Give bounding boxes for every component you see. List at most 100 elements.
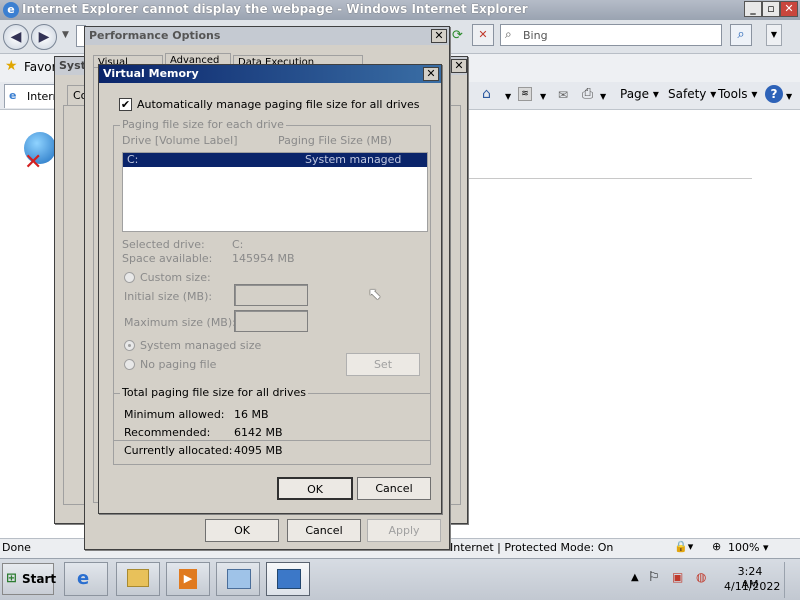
tab-page-icon: e xyxy=(9,89,17,102)
protected-mode-icon[interactable]: 🔒▾ xyxy=(674,540,693,553)
search-options-button[interactable]: ▼ xyxy=(766,24,782,46)
no-paging-label: No paging file xyxy=(140,358,217,371)
stop-button[interactable]: ✕ xyxy=(472,24,494,46)
clock-date[interactable]: 4/11/2022 xyxy=(724,580,780,593)
virtual-memory-title: Virtual Memory xyxy=(103,67,199,80)
drive-letter-cell: C: xyxy=(127,153,139,166)
ie-logo-icon: e xyxy=(3,2,19,18)
currently-allocated-value: 4095 MB xyxy=(234,444,283,457)
safety-menu-label: Safety xyxy=(668,87,707,101)
start-label: Start xyxy=(22,572,57,586)
mail-icon[interactable]: ✉ xyxy=(558,88,568,102)
taskbar-ie-button[interactable]: e xyxy=(64,562,108,596)
close-button[interactable]: ✕ xyxy=(780,1,798,17)
recommended-value: 6142 MB xyxy=(234,426,283,439)
print-icon[interactable]: ⎙ xyxy=(582,86,593,102)
custom-size-label: Custom size: xyxy=(140,271,211,284)
virtual-memory-dialog: Virtual Memory ✕ ✔ Automatically manage … xyxy=(98,64,442,514)
maximize-button[interactable]: ▫ xyxy=(762,1,780,17)
print-dropdown-icon[interactable]: ▼ xyxy=(600,92,606,101)
set-button[interactable]: Set xyxy=(346,353,420,376)
tools-menu-label: Tools xyxy=(718,87,748,101)
drive-size-cell: System managed xyxy=(305,153,402,166)
performance-options-title-bar: Performance Options xyxy=(85,27,449,45)
computer-icon xyxy=(277,569,301,589)
auto-manage-checkbox[interactable]: ✔ xyxy=(119,98,132,111)
start-button[interactable]: ⊞ Start xyxy=(2,563,57,595)
refresh-icon[interactable]: ⟳ xyxy=(452,28,463,43)
server-manager-icon xyxy=(227,569,251,589)
home-dropdown-icon[interactable]: ▼ xyxy=(505,92,511,101)
initial-size-input[interactable] xyxy=(234,284,308,306)
minimize-button[interactable]: _ xyxy=(744,1,762,17)
drive-list[interactable]: C: System managed xyxy=(122,152,428,232)
total-paging-group: Total paging file size for all drives Mi… xyxy=(113,386,431,465)
mouse-cursor-icon: ⬉ xyxy=(368,284,382,303)
initial-size-label: Initial size (MB): xyxy=(124,290,213,303)
no-paging-radio[interactable] xyxy=(124,359,135,370)
system-properties-close-button[interactable]: ✕ xyxy=(451,59,467,73)
internet-explorer-icon: e xyxy=(77,568,90,589)
maximum-size-label: Maximum size (MB): xyxy=(124,316,236,329)
size-column-header: Paging File Size (MB) xyxy=(278,134,392,147)
zoom-level-value: 100% xyxy=(728,541,760,554)
search-placeholder: Bing xyxy=(523,29,548,42)
virtual-memory-close-button[interactable]: ✕ xyxy=(423,67,439,81)
zoom-icon[interactable]: ⊕ xyxy=(712,540,721,553)
volume-muted-icon[interactable]: ◍ xyxy=(696,570,706,584)
taskbar-explorer-button[interactable] xyxy=(116,562,160,596)
performance-cancel-button[interactable]: Cancel xyxy=(287,519,361,542)
browser-tab[interactable]: e Intern xyxy=(4,84,60,108)
tools-menu[interactable]: Tools ▾ xyxy=(718,87,757,101)
total-paging-group-label: Total paging file size for all drives xyxy=(120,386,309,399)
custom-size-radio[interactable] xyxy=(124,272,135,283)
favorites-star-icon[interactable]: ★ xyxy=(5,58,18,74)
content-divider xyxy=(440,178,752,179)
feeds-dropdown-icon[interactable]: ▼ xyxy=(540,92,546,101)
page-menu[interactable]: Page ▾ xyxy=(620,87,659,101)
maximum-size-input[interactable] xyxy=(234,310,308,332)
performance-ok-button[interactable]: OK xyxy=(205,519,279,542)
forward-button[interactable]: ▶ xyxy=(31,24,57,50)
safety-menu[interactable]: Safety ▾ xyxy=(668,87,716,101)
recent-pages-dropdown-icon[interactable]: ▼ xyxy=(62,30,69,40)
system-properties-title: Syst xyxy=(59,59,86,72)
auto-manage-label[interactable]: Automatically manage paging file size fo… xyxy=(137,98,420,111)
taskbar-media-button[interactable]: ▶ xyxy=(166,562,210,596)
home-icon[interactable]: ⌂ xyxy=(482,86,491,102)
currently-allocated-label: Currently allocated: xyxy=(124,444,233,457)
ie-window-title: Internet Explorer cannot display the web… xyxy=(22,2,528,16)
status-text: Done xyxy=(2,541,31,554)
folder-icon xyxy=(127,569,149,587)
recommended-label: Recommended: xyxy=(124,426,211,439)
show-desktop-button[interactable] xyxy=(784,562,798,598)
help-dropdown-icon[interactable]: ▼ xyxy=(786,92,792,101)
feeds-icon[interactable]: ≋ xyxy=(518,87,532,101)
network-icon[interactable]: ▣ xyxy=(672,570,683,584)
zoom-level[interactable]: 100% ▾ xyxy=(728,541,768,554)
space-available-label: Space available: xyxy=(122,252,213,265)
system-managed-radio[interactable] xyxy=(124,340,135,351)
system-managed-radio-dot xyxy=(128,344,131,347)
selected-drive-label: Selected drive: xyxy=(122,238,205,251)
taskbar-system-button[interactable] xyxy=(266,562,310,596)
show-hidden-icons-icon[interactable]: ▲ xyxy=(631,572,639,583)
performance-options-close-button[interactable]: ✕ xyxy=(431,29,447,43)
drive-column-header: Drive [Volume Label] xyxy=(122,134,238,147)
virtual-memory-cancel-button[interactable]: Cancel xyxy=(357,477,431,500)
drive-list-row-selected[interactable]: C: System managed xyxy=(123,153,427,167)
search-button[interactable]: ⌕ xyxy=(730,24,752,46)
minimum-allowed-label: Minimum allowed: xyxy=(124,408,225,421)
taskbar-server-manager-button[interactable] xyxy=(216,562,260,596)
each-drive-group-label: Paging file size for each drive xyxy=(120,118,286,131)
action-center-flag-icon[interactable]: ⚐ xyxy=(648,570,660,585)
minimum-allowed-value: 16 MB xyxy=(234,408,269,421)
back-button[interactable]: ◀ xyxy=(3,24,29,50)
search-field[interactable]: ⌕ Bing xyxy=(500,24,722,46)
help-icon[interactable]: ? xyxy=(765,85,783,103)
virtual-memory-ok-button[interactable]: OK xyxy=(277,477,353,500)
media-player-icon: ▶ xyxy=(179,569,197,589)
performance-options-title: Performance Options xyxy=(89,29,221,42)
space-available-value: 145954 MB xyxy=(232,252,295,265)
performance-apply-button[interactable]: Apply xyxy=(367,519,441,542)
